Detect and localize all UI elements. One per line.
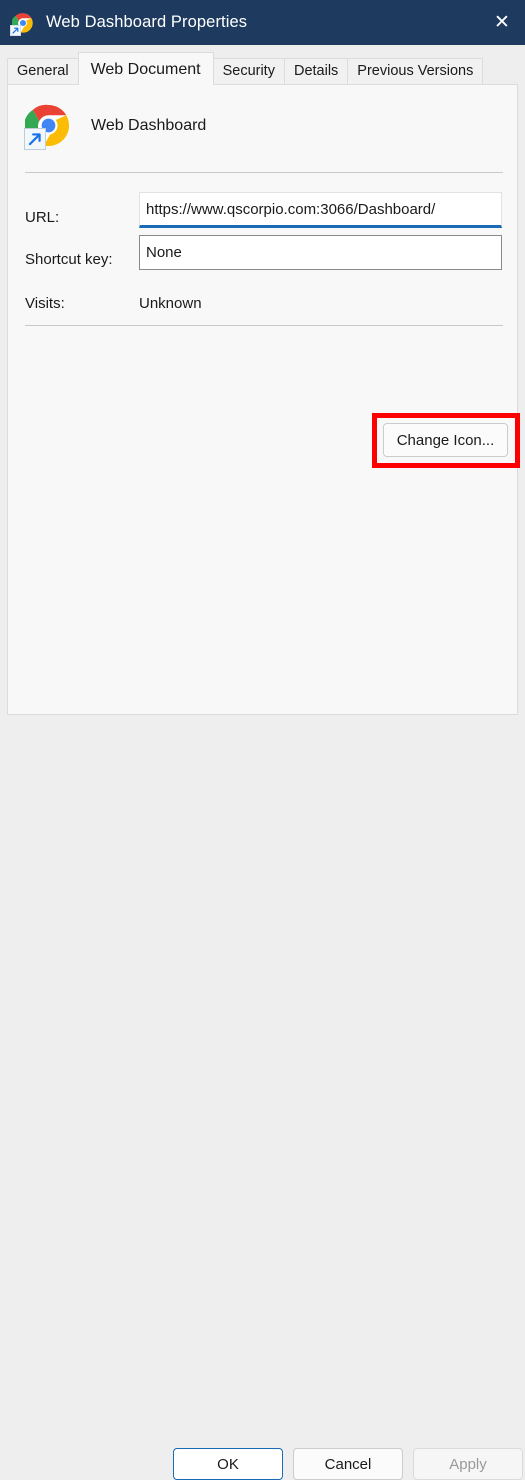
tab-strip: General Web Document Security Details Pr…	[0, 45, 525, 85]
document-header: Web Dashboard	[23, 102, 207, 150]
document-name: Web Dashboard	[91, 116, 207, 134]
apply-button[interactable]: Apply	[413, 1448, 523, 1480]
tab-details[interactable]: Details	[283, 58, 349, 85]
chrome-shortcut-icon	[10, 12, 34, 36]
shortcut-key-label: Shortcut key:	[25, 251, 113, 268]
shortcut-key-input[interactable]	[139, 235, 502, 270]
change-icon-button[interactable]: Change Icon...	[383, 423, 508, 457]
tab-general[interactable]: General	[7, 58, 79, 85]
divider-top	[25, 172, 503, 173]
title-bar: Web Dashboard Properties ✕	[0, 0, 525, 45]
window-title: Web Dashboard Properties	[46, 13, 248, 31]
close-icon[interactable]: ✕	[479, 0, 525, 45]
url-label: URL:	[25, 209, 60, 226]
tab-previous-versions[interactable]: Previous Versions	[347, 58, 484, 85]
ok-button[interactable]: OK	[173, 1448, 283, 1480]
dialog-button-bar: OK Cancel Apply	[0, 716, 525, 1480]
web-document-tab-panel: Web Dashboard URL: Shortcut key: Visits:…	[7, 84, 520, 715]
tab-web-document[interactable]: Web Document	[77, 52, 214, 85]
divider-bottom	[25, 325, 503, 326]
chrome-shortcut-icon	[23, 102, 72, 150]
tab-list: General Web Document Security Details Pr…	[7, 52, 484, 85]
cancel-button[interactable]: Cancel	[293, 1448, 403, 1480]
visits-label: Visits:	[25, 295, 65, 312]
url-input[interactable]	[139, 192, 502, 228]
visits-value: Unknown	[139, 295, 202, 312]
tab-security[interactable]: Security	[212, 58, 285, 85]
